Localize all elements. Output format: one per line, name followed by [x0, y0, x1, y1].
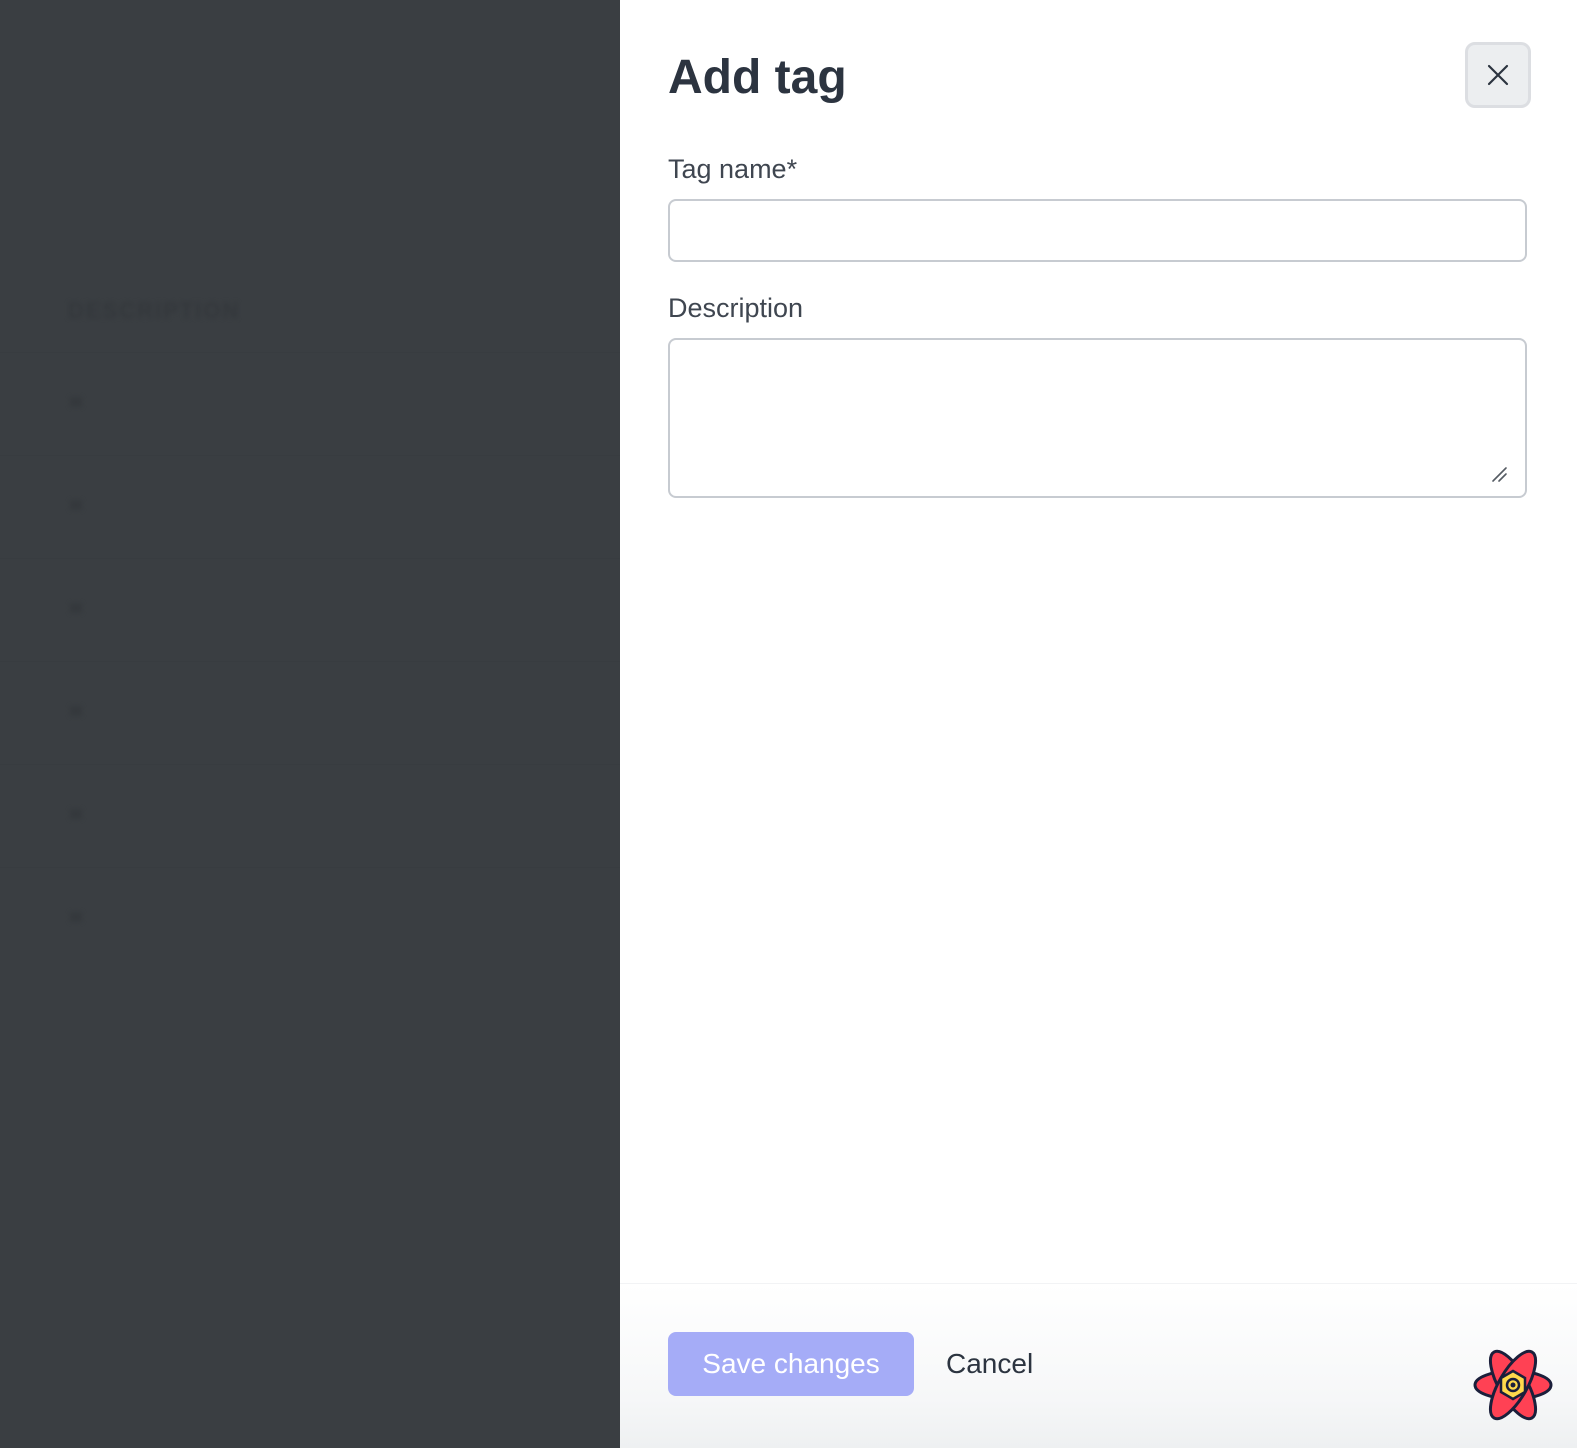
cancel-button[interactable]: Cancel [930, 1332, 1049, 1396]
background-row [0, 867, 620, 971]
description-label: Description [668, 293, 804, 323]
background-row [0, 558, 620, 662]
description-textarea[interactable] [668, 338, 1527, 498]
background-row [0, 764, 620, 868]
close-icon [1487, 64, 1509, 86]
background-row [0, 455, 620, 559]
background-row [0, 661, 620, 765]
save-changes-button[interactable]: Save changes [668, 1332, 914, 1396]
close-button[interactable] [1465, 42, 1531, 108]
panel-title: Add tag [668, 51, 847, 104]
react-query-devtools-icon[interactable] [1471, 1343, 1555, 1427]
background-column-header: DESCRIPTION [68, 298, 241, 323]
backdrop-overlay[interactable]: DESCRIPTION [0, 0, 620, 1447]
tag-name-input[interactable] [668, 199, 1527, 262]
resize-handle-icon[interactable] [1490, 465, 1508, 483]
panel-footer: Save changes Cancel [620, 1283, 1577, 1448]
add-tag-panel: Add tag Tag name* Description Save chang… [620, 0, 1577, 1448]
background-row [0, 352, 620, 456]
tag-name-label: Tag name* [668, 154, 798, 184]
